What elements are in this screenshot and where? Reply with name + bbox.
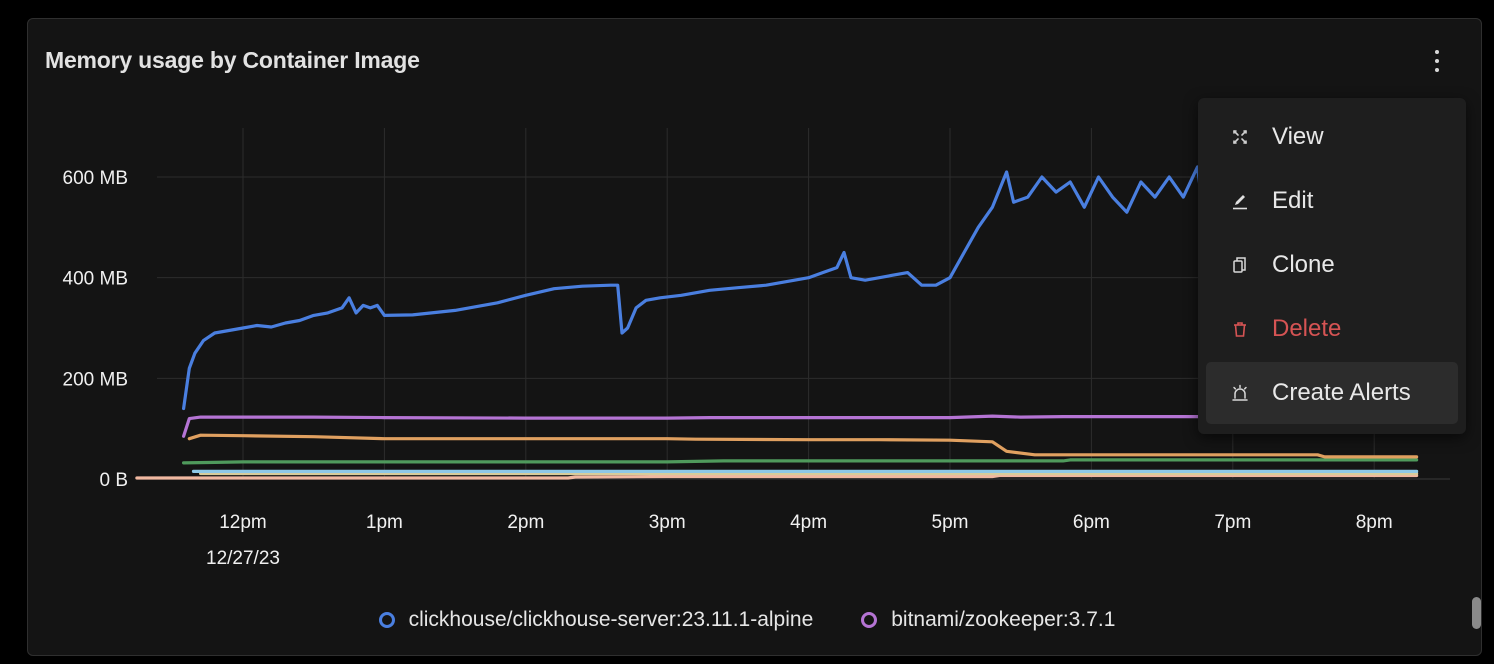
x-tick-label: 6pm xyxy=(1073,512,1110,533)
menu-item-edit[interactable]: Edit xyxy=(1206,170,1458,232)
pencil-icon xyxy=(1230,191,1250,211)
x-tick-label: 4pm xyxy=(790,512,827,533)
y-tick-label: 0 B xyxy=(99,470,128,491)
x-axis: 12pm 12/27/23 1pm 2pm 3pm 4pm 5pm 6pm 7pm 8pm xyxy=(206,512,1393,569)
x-tick-label: 8pm xyxy=(1356,512,1393,533)
copy-icon xyxy=(1230,255,1250,275)
series-line-series-4 xyxy=(182,458,1419,465)
menu-item-label: Edit xyxy=(1272,187,1314,214)
x-tick-date-label: 12/27/23 xyxy=(206,548,280,569)
menu-item-label: Clone xyxy=(1272,251,1335,278)
menu-item-create-alerts[interactable]: Create Alerts xyxy=(1206,362,1458,424)
menu-item-clone[interactable]: Clone xyxy=(1206,234,1458,296)
legend-item-zookeeper[interactable]: bitnami/zookeeper:3.7.1 xyxy=(861,608,1115,632)
x-tick-label: 1pm xyxy=(366,512,403,533)
trash-icon xyxy=(1230,319,1250,339)
y-tick-label: 400 MB xyxy=(63,269,128,290)
menu-item-label: Delete xyxy=(1272,315,1342,342)
x-tick-label: 12pm xyxy=(219,512,267,533)
legend-label: bitnami/zookeeper:3.7.1 xyxy=(891,608,1116,631)
scrollbar-thumb[interactable] xyxy=(1472,597,1481,629)
y-tick-label: 600 MB xyxy=(63,168,128,189)
menu-item-label: View xyxy=(1272,123,1324,150)
series-line-series-7 xyxy=(135,473,1419,480)
legend-label: clickhouse/clickhouse-server:23.11.1-alp… xyxy=(408,608,814,631)
expand-icon xyxy=(1230,127,1250,147)
legend-marker-icon xyxy=(378,612,395,628)
x-tick-label: 3pm xyxy=(649,512,686,533)
x-tick-label: 2pm xyxy=(507,512,544,533)
x-tick-label: 7pm xyxy=(1214,512,1251,533)
y-tick-label: 200 MB xyxy=(63,369,128,390)
panel-context-menu: View Edit Clone Delete Create Alerts xyxy=(1198,98,1466,434)
series-line-bitnami-zookeeper-3-7-1 xyxy=(182,414,1348,438)
legend-item-clickhouse[interactable]: clickhouse/clickhouse-server:23.11.1-alp… xyxy=(378,608,814,632)
siren-icon xyxy=(1230,383,1250,403)
legend-marker-icon xyxy=(861,612,878,628)
y-axis: 0 B 200 MB 400 MB 600 MB xyxy=(63,168,128,491)
chart-legend: clickhouse/clickhouse-server:23.11.1-alp… xyxy=(0,608,1494,632)
menu-item-delete[interactable]: Delete xyxy=(1206,298,1458,360)
x-tick-label: 5pm xyxy=(932,512,969,533)
menu-item-view[interactable]: View xyxy=(1206,106,1458,168)
menu-item-label: Create Alerts xyxy=(1272,379,1411,406)
